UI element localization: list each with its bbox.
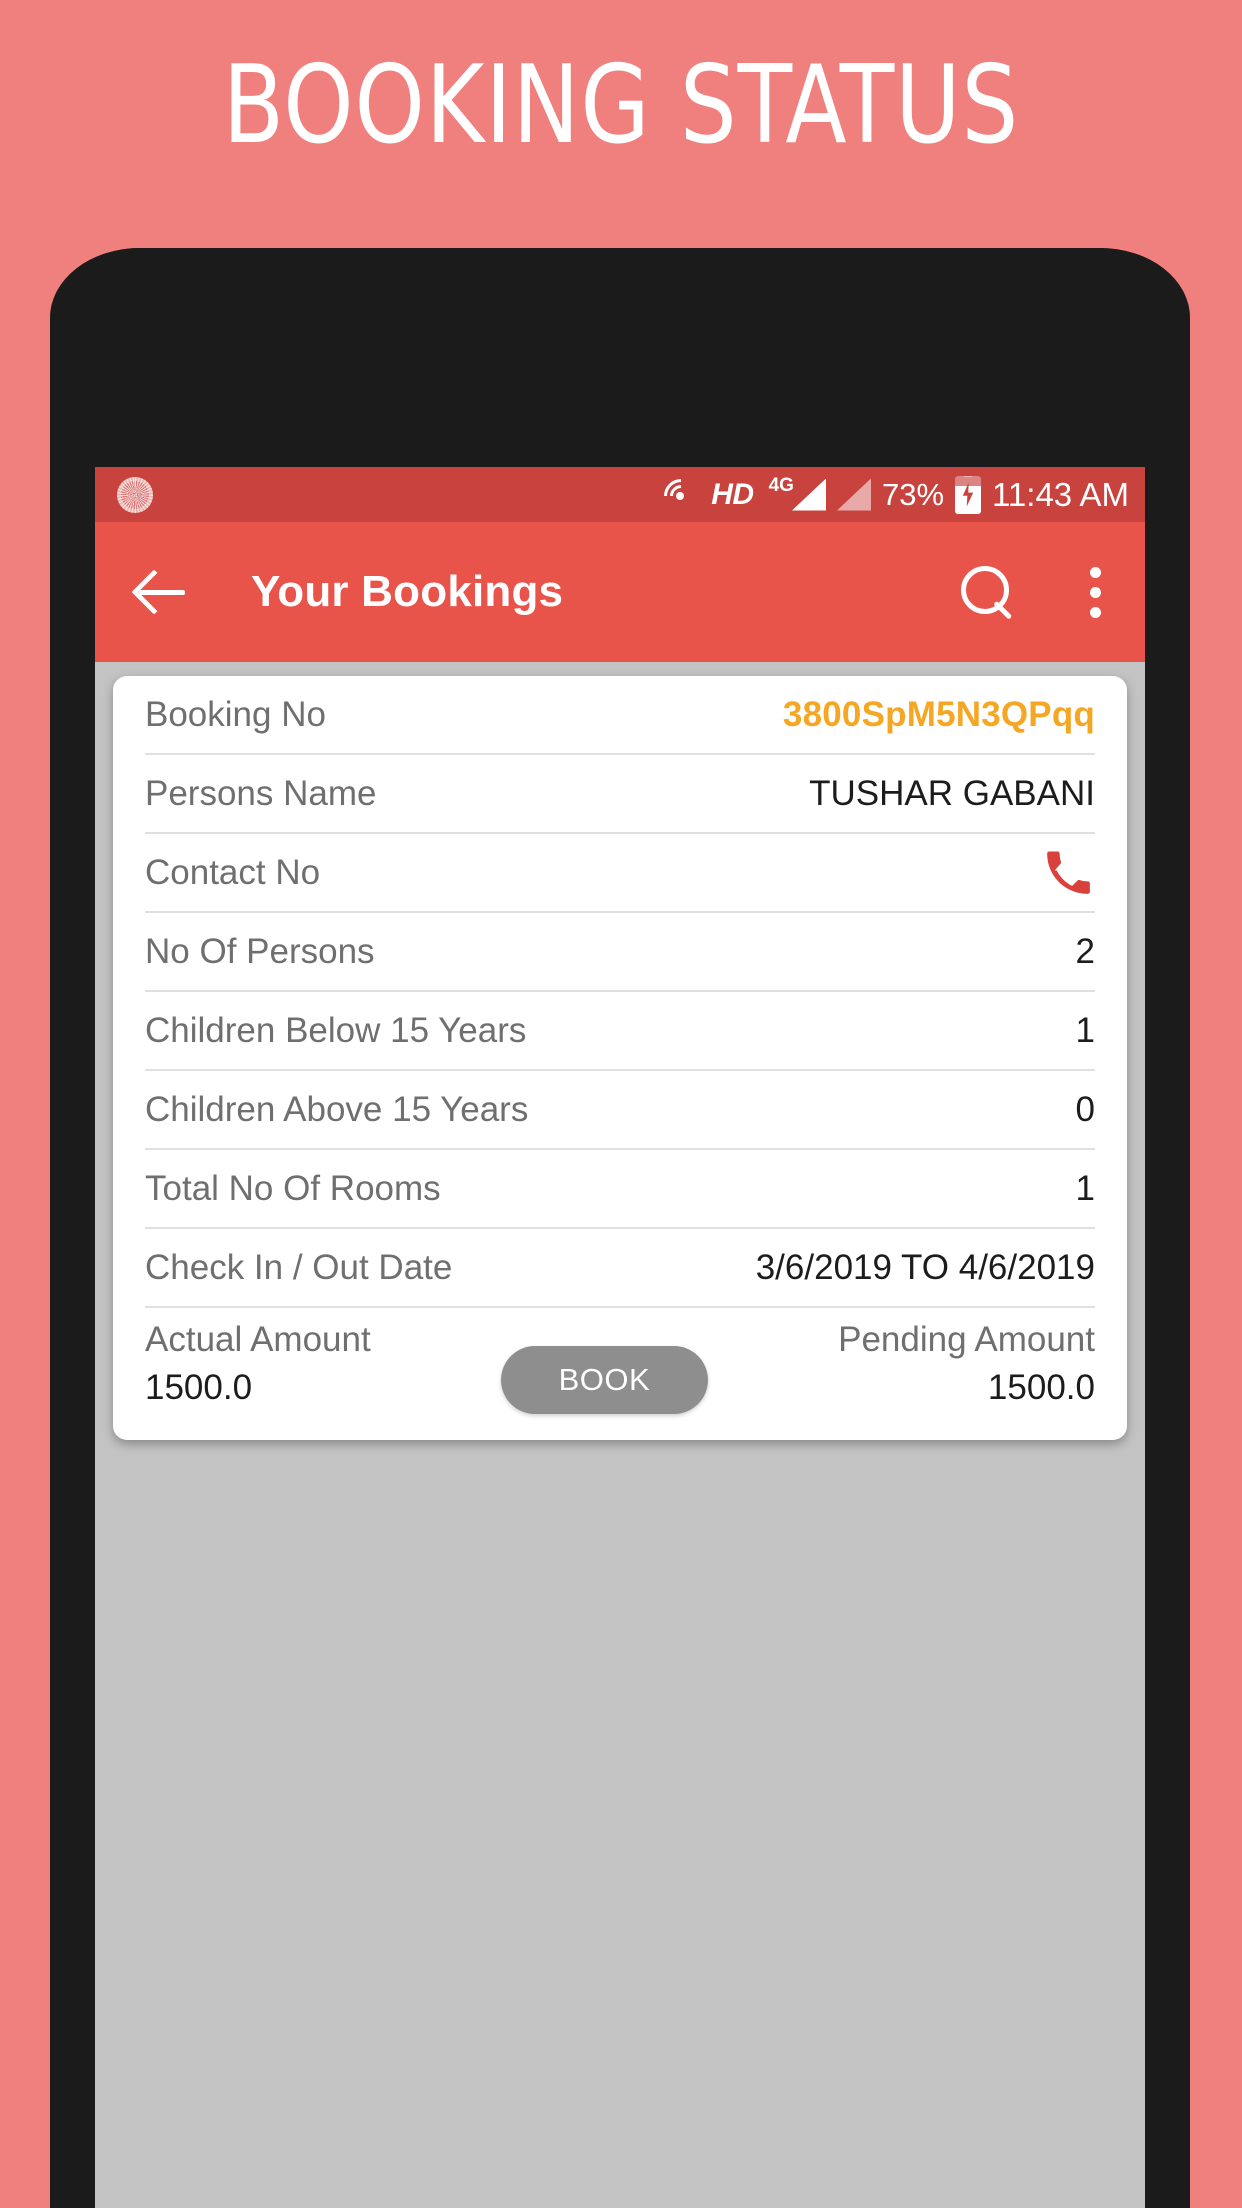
hd-label: HD — [711, 477, 754, 511]
row-value: 2 — [1075, 931, 1095, 971]
signal-2-icon — [836, 478, 871, 511]
row-value: 3800SpM5N3QPqq — [782, 694, 1095, 734]
actual-amount-block: Actual Amount 1500.0 — [145, 1320, 371, 1408]
more-vertical-icon[interactable] — [1089, 566, 1101, 618]
row-label: Children Below 15 Years — [145, 1010, 527, 1050]
phone-screen: HD 4G 73% 11:43 AM Your Bookings Booking… — [95, 467, 1145, 2208]
table-row: Persons Name TUSHAR GABANI — [145, 755, 1095, 834]
row-label: Persons Name — [145, 773, 377, 813]
actual-amount-value: 1500.0 — [145, 1368, 253, 1407]
row-label: Total No Of Rooms — [145, 1168, 441, 1208]
network-type-label: 4G — [768, 474, 794, 496]
app-bar-title: Your Bookings — [251, 567, 564, 616]
sunburst-icon — [117, 476, 153, 513]
volte-hd-icon — [657, 471, 706, 520]
row-label: Check In / Out Date — [145, 1247, 453, 1287]
book-button[interactable]: BOOK — [500, 1346, 709, 1414]
table-row: Children Below 15 Years 1 — [145, 992, 1095, 1071]
status-bar-right: HD 4G 73% 11:43 AM — [657, 471, 1129, 520]
row-value: 3/6/2019 TO 4/6/2019 — [755, 1247, 1095, 1287]
row-label: No Of Persons — [145, 931, 375, 971]
page-title: BOOKING STATUS — [222, 43, 1020, 168]
actual-amount-label: Actual Amount — [145, 1320, 371, 1359]
table-row: Children Above 15 Years 0 — [145, 1071, 1095, 1150]
pending-amount-value: 1500.0 — [987, 1368, 1095, 1407]
signal-1-icon: 4G — [765, 475, 826, 511]
row-label: Booking No — [145, 694, 326, 734]
row-value: 1 — [1075, 1010, 1095, 1050]
search-icon[interactable] — [959, 564, 1015, 620]
status-bar: HD 4G 73% 11:43 AM — [95, 467, 1145, 522]
table-row: Contact No — [145, 834, 1095, 913]
row-value: 0 — [1075, 1089, 1095, 1129]
table-row: Total No Of Rooms 1 — [145, 1150, 1095, 1229]
arrow-left-icon[interactable] — [133, 561, 195, 623]
row-value: TUSHAR GABANI — [809, 773, 1095, 813]
clock-label: 11:43 AM — [992, 475, 1129, 513]
table-row: Booking No 3800SpM5N3QPqq — [145, 676, 1095, 755]
table-row: Check In / Out Date 3/6/2019 TO 4/6/2019 — [145, 1229, 1095, 1308]
pending-amount-label: Pending Amount — [838, 1320, 1095, 1359]
booking-card-container: Booking No 3800SpM5N3QPqq Persons Name T… — [95, 662, 1145, 1440]
status-bar-left — [117, 476, 153, 513]
battery-icon — [955, 475, 982, 514]
booking-card[interactable]: Booking No 3800SpM5N3QPqq Persons Name T… — [113, 676, 1127, 1440]
battery-percent-label: 73% — [881, 476, 945, 512]
app-bar-actions — [959, 564, 1111, 620]
pending-amount-block: Pending Amount 1500.0 — [838, 1320, 1095, 1408]
phone-call-icon[interactable] — [1041, 846, 1095, 900]
row-value: 1 — [1075, 1168, 1095, 1208]
amount-summary-row: Actual Amount 1500.0 BOOK Pending Amount… — [145, 1308, 1095, 1440]
app-bar: Your Bookings — [95, 522, 1145, 662]
table-row: No Of Persons 2 — [145, 913, 1095, 992]
row-label: Children Above 15 Years — [145, 1089, 529, 1129]
row-label: Contact No — [145, 852, 321, 892]
phone-device-frame: HD 4G 73% 11:43 AM Your Bookings Booking… — [50, 248, 1190, 2208]
